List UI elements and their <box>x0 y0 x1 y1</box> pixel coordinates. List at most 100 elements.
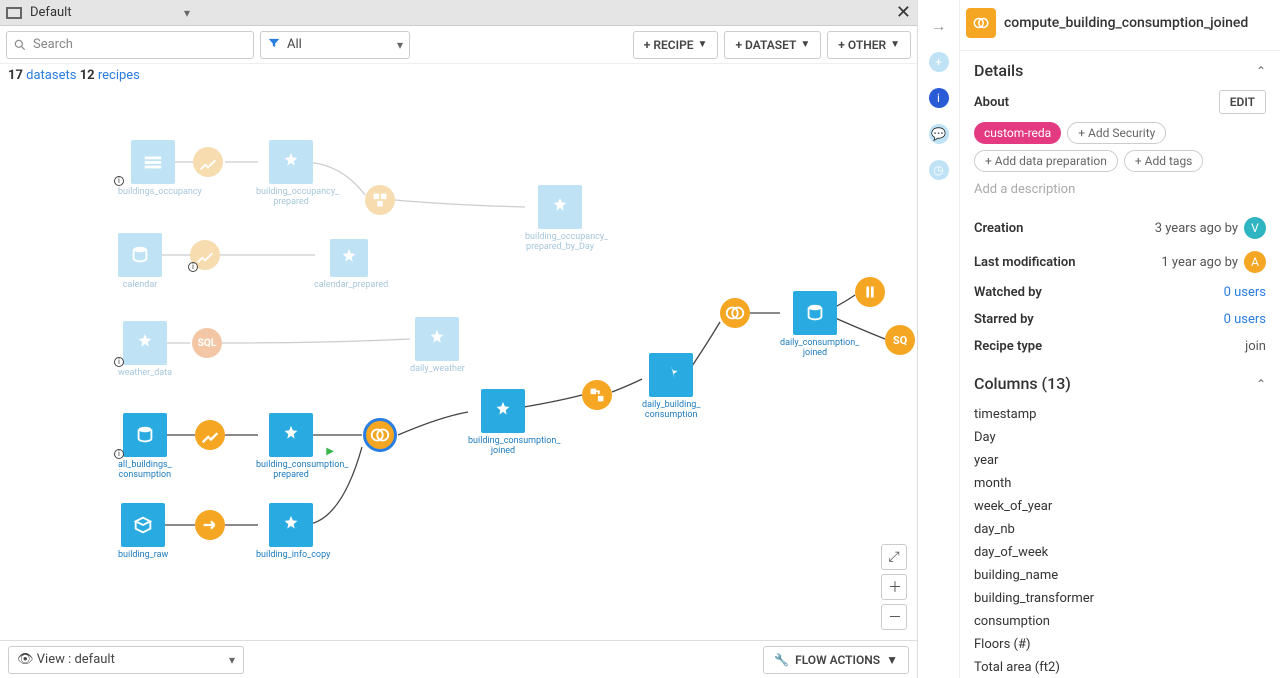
about-label: About <box>974 95 1009 110</box>
node-daily-consumption-joined[interactable]: daily_consumption_joined <box>780 291 850 359</box>
column-item[interactable]: week_of_year <box>974 495 1266 518</box>
zone-icon <box>6 7 22 19</box>
columns-section: Columns (13)⌃ <box>960 364 1280 403</box>
flow-actions-button[interactable]: 🔧 FLOW ACTIONS ▼ <box>763 646 909 674</box>
side-rail: → + i 💬 ◷ <box>918 0 960 678</box>
node-building-info-copy[interactable]: building_info_copy <box>256 503 326 560</box>
node-weather-data[interactable]: weather_data i <box>118 321 172 378</box>
node-all-buildings-consumption[interactable]: all_buildings_consumption i <box>118 413 172 481</box>
zoom-out-button[interactable]: － <box>881 604 907 630</box>
recipe-pivot[interactable] <box>582 380 612 410</box>
node-calendar[interactable]: calendar <box>118 233 162 290</box>
edit-button[interactable]: EDIT <box>1219 90 1266 114</box>
flow-toolbar: Search All ▾ + RECIPE▼ + DATASET▼ + OTHE… <box>0 26 917 64</box>
add-security-chip[interactable]: + Add Security <box>1067 122 1166 144</box>
starred-link[interactable]: 0 users <box>1224 312 1266 327</box>
view-selector[interactable]: 👁 View : default ▾ <box>8 646 244 674</box>
node-building-raw[interactable]: building_raw <box>118 503 168 560</box>
rail-chat-icon[interactable]: 💬 <box>929 124 949 144</box>
recipe-sql[interactable]: SQL <box>192 328 222 358</box>
search-placeholder: Search <box>33 37 73 52</box>
node-buildings-occupancy[interactable]: buildings_occupancy i <box>118 140 188 197</box>
chevron-down-icon: ▾ <box>184 6 190 20</box>
column-item[interactable]: Floors (#) <box>974 633 1266 656</box>
recipe-type-icon <box>966 8 996 38</box>
column-item[interactable]: Total area (ft2) <box>974 656 1266 678</box>
collapse-icon[interactable]: ⌃ <box>1256 377 1266 391</box>
column-item[interactable]: month <box>974 472 1266 495</box>
info-icon[interactable]: i <box>114 176 124 186</box>
zone-name: Default <box>30 5 72 20</box>
details-section: Details⌃ About EDIT custom-reda + Add Se… <box>960 51 1280 364</box>
recipe-prepare[interactable] <box>193 147 223 177</box>
zoom-in-button[interactable]: ＋ <box>881 574 907 600</box>
filter-label: All <box>287 37 302 52</box>
columns-list: timestampDayyearmonthweek_of_yearday_nbd… <box>960 403 1280 678</box>
recipe-group[interactable] <box>365 185 395 215</box>
search-icon <box>13 38 27 52</box>
chevron-down-icon: ▾ <box>229 653 235 667</box>
rail-history-icon[interactable]: ◷ <box>929 160 949 180</box>
flow-counts: 17 datasets 12 recipes <box>0 64 917 87</box>
zoom-controls: ⤢ ＋ － <box>881 544 907 630</box>
column-item[interactable]: consumption <box>974 610 1266 633</box>
details-panel: compute_building_consumption_joined Deta… <box>960 0 1280 678</box>
flow-canvas[interactable]: buildings_occupancy i building_occupancy… <box>0 87 917 678</box>
add-recipe-button[interactable]: + RECIPE▼ <box>633 31 719 59</box>
recipe-sync[interactable] <box>195 510 225 540</box>
recipe-join[interactable] <box>720 298 750 328</box>
node-daily-building-consumption[interactable]: daily_building_consumption <box>642 353 700 421</box>
column-item[interactable]: day_nb <box>974 518 1266 541</box>
avatar[interactable]: V <box>1244 217 1266 239</box>
column-item[interactable]: building_name <box>974 564 1266 587</box>
node-building-consumption-prepared[interactable]: building_consumption_prepared ▶ <box>256 413 326 481</box>
fit-button[interactable]: ⤢ <box>881 544 907 570</box>
panel-header: compute_building_consumption_joined <box>960 0 1280 51</box>
node-building-consumption-joined[interactable]: building_consumption_joined <box>468 389 538 457</box>
rail-info-icon[interactable]: i <box>929 88 949 108</box>
info-icon[interactable]: i <box>188 262 198 272</box>
search-input[interactable]: Search <box>6 31 254 59</box>
flow-main: Default ▾ ✕ Search All ▾ + RECIPE▼ + DAT… <box>0 0 918 678</box>
flow-bottombar: 👁 View : default ▾ 🔧 FLOW ACTIONS ▼ <box>0 640 917 678</box>
datasets-link[interactable]: datasets <box>26 68 76 83</box>
collapse-icon[interactable]: ⌃ <box>1256 64 1266 78</box>
wrench-icon: 🔧 <box>774 653 789 667</box>
column-item[interactable]: building_transformer <box>974 587 1266 610</box>
recipe-sql[interactable]: SQ <box>885 325 915 355</box>
column-item[interactable]: day_of_week <box>974 541 1266 564</box>
node-calendar-prepared[interactable]: calendar_prepared <box>314 239 384 290</box>
panel-title: compute_building_consumption_joined <box>1004 15 1248 31</box>
watched-link[interactable]: 0 users <box>1224 285 1266 300</box>
avatar[interactable]: A <box>1244 251 1266 273</box>
expand-arrow-icon[interactable]: → <box>931 16 947 36</box>
filter-select[interactable]: All ▾ <box>260 31 410 59</box>
add-tags-chip[interactable]: + Add tags <box>1124 150 1204 172</box>
tag-custom[interactable]: custom-reda <box>974 122 1061 144</box>
add-dataset-button[interactable]: + DATASET▼ <box>724 31 821 59</box>
column-item[interactable]: timestamp <box>974 403 1266 426</box>
recipe-prepare[interactable] <box>195 420 225 450</box>
info-icon[interactable]: i <box>114 357 124 367</box>
column-item[interactable]: Day <box>974 426 1266 449</box>
tag-chips: custom-reda + Add Security + Add data pr… <box>974 122 1266 172</box>
node-building-occupancy-prepared[interactable]: building_occupancy_prepared <box>256 140 326 208</box>
node-building-occupancy-by-day[interactable]: building_occupancy_prepared_by_Day <box>525 185 595 253</box>
filter-icon <box>267 36 281 54</box>
recipes-link[interactable]: recipes <box>98 68 140 83</box>
add-other-button[interactable]: + OTHER▼ <box>827 31 911 59</box>
add-dataprep-chip[interactable]: + Add data preparation <box>974 150 1118 172</box>
eye-icon: 👁 <box>17 652 34 667</box>
recipe-prepare[interactable]: i <box>190 240 220 270</box>
close-icon[interactable]: ✕ <box>896 2 911 23</box>
zone-titlebar: Default ▾ ✕ <box>0 0 917 26</box>
column-item[interactable]: year <box>974 449 1266 472</box>
description-placeholder[interactable]: Add a description <box>974 182 1266 197</box>
recipe-join-selected[interactable] <box>365 420 395 450</box>
info-icon[interactable]: i <box>114 449 124 459</box>
node-daily-weather[interactable]: daily_weather <box>410 317 465 374</box>
recipe-pause[interactable] <box>855 277 885 307</box>
zone-selector[interactable]: Default ▾ <box>6 5 196 20</box>
rail-add-icon[interactable]: + <box>929 52 949 72</box>
chevron-down-icon: ▾ <box>397 38 403 52</box>
